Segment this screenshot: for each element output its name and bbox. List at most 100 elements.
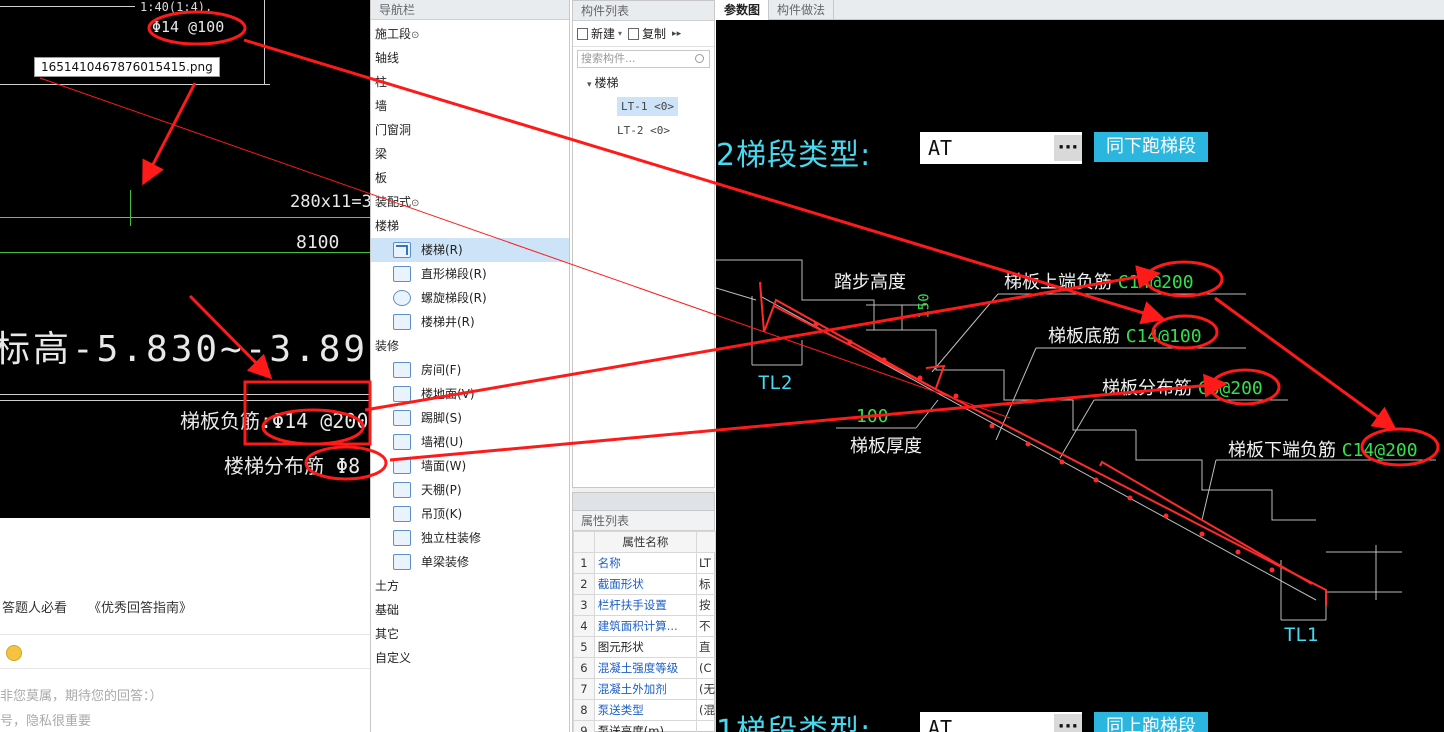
new-label: 新建: [591, 27, 616, 41]
property-row[interactable]: 1 名称 LT: [573, 552, 716, 574]
property-name: 图元形状: [593, 636, 698, 658]
nav-item-column[interactable]: 柱: [371, 70, 569, 94]
nav-item-other[interactable]: 其它: [371, 622, 569, 646]
dropdown-icon: ▾: [618, 29, 623, 38]
thickness-value[interactable]: 100: [856, 406, 889, 427]
nav-item-custom[interactable]: 自定义: [371, 646, 569, 670]
copy-button[interactable]: 复制: [628, 25, 666, 42]
row-number: 3: [573, 594, 595, 616]
nav-sub-ceiling[interactable]: 天棚(P): [371, 478, 569, 502]
top-neg-rebar-value[interactable]: C14@200: [1118, 272, 1194, 293]
property-row[interactable]: 2 截面形状标: [573, 573, 716, 595]
property-row[interactable]: 3 栏杆扶手设置按: [573, 594, 716, 616]
nav-item-wall[interactable]: 墙: [371, 94, 569, 118]
lower-neg-rebar-value[interactable]: C14@200: [1342, 440, 1418, 461]
flight1-type-browse-button[interactable]: ···: [1054, 714, 1082, 732]
thickness-label: 梯板厚度: [850, 436, 922, 457]
bottom-rebar-value[interactable]: C14@100: [1126, 326, 1202, 347]
lock-icon: ⊙: [411, 198, 420, 209]
nav-item-slab[interactable]: 板: [371, 166, 569, 190]
nav-sub-skirting[interactable]: 踢脚(S): [371, 406, 569, 430]
nav-sub-stair[interactable]: 楼梯(R): [371, 238, 569, 262]
nav-sub-straight-flight[interactable]: 直形梯段(R): [371, 262, 569, 286]
nav-item-door-window[interactable]: 门窗洞: [371, 118, 569, 142]
property-row[interactable]: 5 图元形状直: [573, 636, 716, 658]
nav-sub-stairwell[interactable]: 楼梯井(R): [371, 310, 569, 334]
tl1-label: TL1: [1284, 624, 1319, 646]
left-reference-panel: 1:40(1:4), Φ14 @100 280x11=30 8100 标高-5.…: [0, 0, 370, 732]
nav-sub-label: 螺旋梯段(R): [421, 291, 487, 305]
cad-dist-rebar-text: 楼梯分布筋 Φ8 @2: [224, 454, 370, 478]
property-row[interactable]: 7 混凝土外加剂 (无: [573, 678, 716, 700]
nav-item-stairs[interactable]: 楼梯: [371, 214, 569, 238]
property-value[interactable]: (混: [696, 699, 716, 721]
label-text: 梯板下端负筋: [1228, 440, 1336, 461]
property-value[interactable]: 按: [696, 594, 716, 616]
property-row[interactable]: 8 泵送类型 (混: [573, 699, 716, 721]
new-button[interactable]: 新建 ▾: [577, 25, 622, 42]
property-panel: 属性列表 属性名称 1 名称 LT 2 截面形状标 3 栏杆扶手设置按 4 建筑面积计算.…: [572, 492, 716, 732]
property-row[interactable]: 9 泵送高度(m): [573, 720, 716, 732]
tree-node-lt2[interactable]: LT-2 <0>: [573, 119, 714, 143]
property-value[interactable]: 标: [696, 573, 716, 595]
nav-sub-room[interactable]: 房间(F): [371, 358, 569, 382]
row-number: 8: [573, 699, 595, 721]
property-name: 栏杆扶手设置: [593, 594, 698, 616]
nav-sub-label: 楼梯井(R): [421, 315, 475, 329]
row-number: 7: [573, 678, 595, 700]
row-number: 5: [573, 636, 595, 658]
component-list: 构件列表 新建 ▾ 复制 ▸▸ 搜索构件... ▾ 楼梯 LT-1 <0> LT-2…: [572, 0, 715, 488]
cad-line: [264, 0, 265, 85]
search-placeholder: 搜索构件...: [581, 52, 636, 65]
bottom-leader: [995, 347, 1037, 441]
property-row[interactable]: 6 混凝土强度等级 (C: [573, 657, 716, 679]
lower-neg-rebar-label: 梯板下端负筋 C14@200: [1228, 436, 1418, 462]
qa-guide-link[interactable]: 《优秀回答指南》: [88, 597, 192, 616]
nav-sub-beam-decor[interactable]: 单梁装修: [371, 550, 569, 574]
row-number: 9: [573, 720, 595, 732]
property-value[interactable]: (C: [696, 657, 716, 679]
collapse-icon[interactable]: ▾: [587, 80, 592, 90]
property-name: 混凝土强度等级: [593, 657, 698, 679]
nav-item-beam[interactable]: 梁: [371, 142, 569, 166]
nav-sub-wall-surface[interactable]: 墙面(W): [371, 454, 569, 478]
property-name: 建筑面积计算...: [593, 615, 698, 637]
tree-node-lt1[interactable]: LT-1 <0>: [573, 95, 714, 119]
nav-item-axis[interactable]: 轴线: [371, 46, 569, 70]
property-name: 泵送高度(m): [593, 720, 698, 732]
column-decor-icon: [393, 530, 411, 546]
cad-drawing-left: 1:40(1:4), Φ14 @100 280x11=30 8100 标高-5.…: [0, 0, 370, 518]
property-value[interactable]: (无: [696, 678, 716, 700]
dist-rebar-value[interactable]: C8@200: [1198, 378, 1263, 399]
same-as-upper-flight-button[interactable]: 同上跑梯段: [1094, 712, 1208, 732]
stairwell-icon: [393, 314, 411, 330]
label-text: 梯板上端负筋: [1004, 272, 1112, 293]
nav-sub-dado[interactable]: 墙裙(U): [371, 430, 569, 454]
dist-leader: [1059, 399, 1095, 459]
tree-node-stairs[interactable]: ▾ 楼梯: [573, 71, 714, 95]
nav-item-earthwork[interactable]: 土方: [371, 574, 569, 598]
property-name: 泵送类型: [593, 699, 698, 721]
property-value[interactable]: 直: [696, 636, 716, 658]
top-neg-leader: [931, 293, 999, 373]
property-value[interactable]: [696, 720, 716, 732]
nav-sub-label: 踢脚(S): [421, 411, 462, 425]
property-row[interactable]: 4 建筑面积计算... 不: [573, 615, 716, 637]
cad-elevation-text: 标高-5.830~-3.890 楼: [0, 329, 370, 370]
nav-sub-suspended-ceiling[interactable]: 吊顶(K): [371, 502, 569, 526]
nav-item-prefab[interactable]: 装配式⊙: [371, 190, 569, 214]
emoji-icon[interactable]: [6, 645, 22, 661]
property-value[interactable]: LT: [696, 552, 716, 574]
nav-sub-spiral-flight[interactable]: 螺旋梯段(R): [371, 286, 569, 310]
property-value[interactable]: 不: [696, 615, 716, 637]
more-icon[interactable]: ▸▸: [672, 29, 681, 39]
nav-sub-floor[interactable]: 楼地面(V): [371, 382, 569, 406]
component-search-input[interactable]: 搜索构件...: [577, 50, 710, 68]
label-text: 梯板底筋: [1048, 326, 1120, 347]
nav-item-decoration[interactable]: 装修: [371, 334, 569, 358]
nav-sub-label: 直形梯段(R): [421, 267, 487, 281]
nav-item-foundation[interactable]: 基础: [371, 598, 569, 622]
nav-item-construction-segment[interactable]: 施工段⊙: [371, 22, 569, 46]
stair-section-drawing: [716, 259, 1436, 621]
nav-sub-column-decor[interactable]: 独立柱装修: [371, 526, 569, 550]
